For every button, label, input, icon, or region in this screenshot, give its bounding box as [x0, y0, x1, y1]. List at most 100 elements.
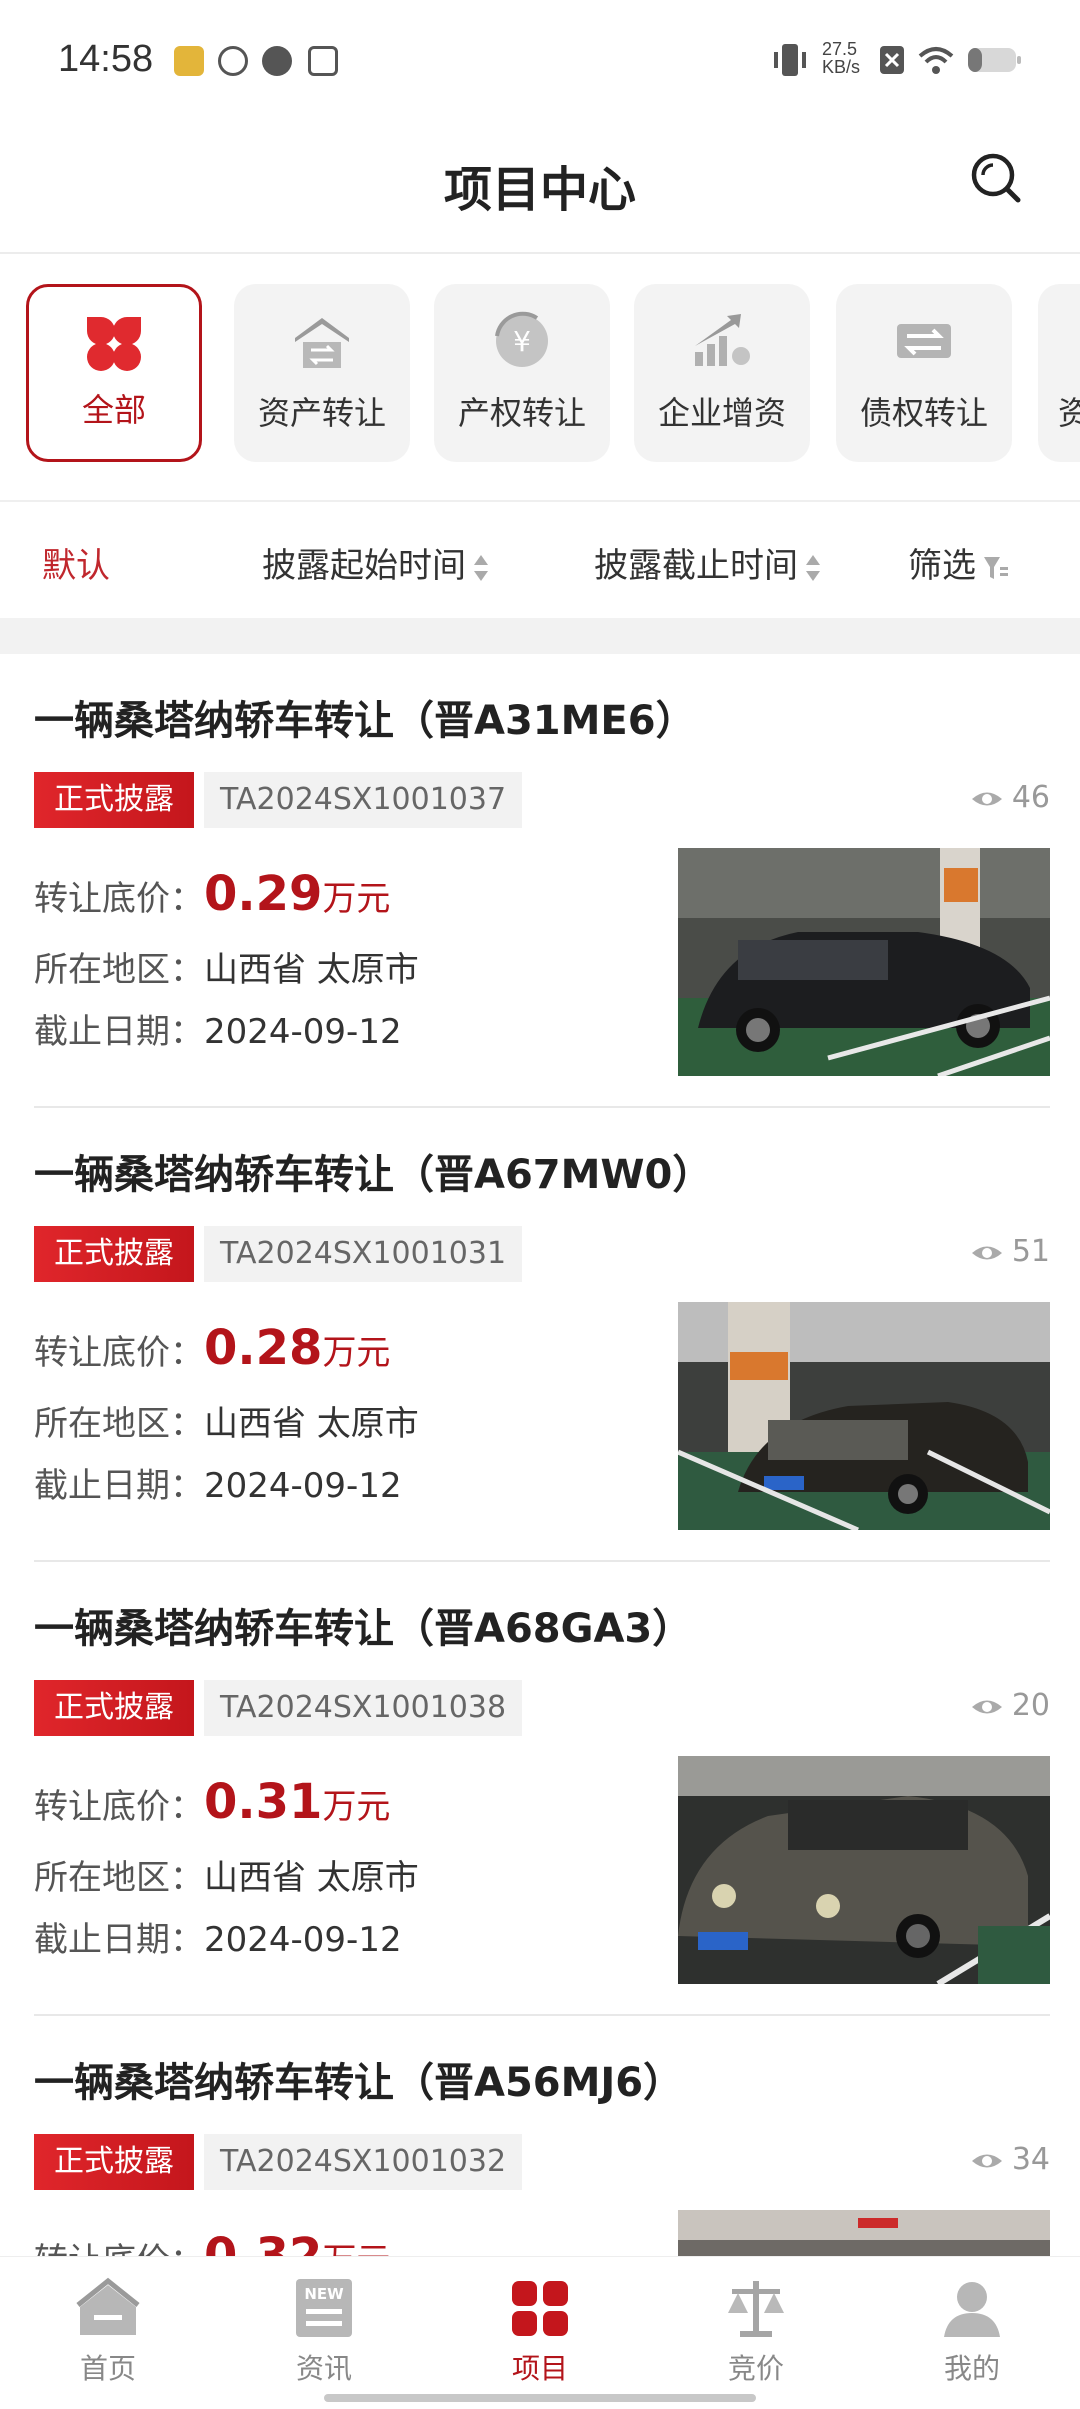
deadline-value: 2024-09-12 — [204, 1920, 402, 1960]
project-card[interactable]: 一辆桑塔纳轿车转让（晋A56MJ6） 正式披露 TA2024SX1001032 … — [34, 2016, 1050, 2256]
sort-end-time[interactable]: 披露截止时间 — [594, 538, 822, 587]
sort-default[interactable]: 默认 — [42, 538, 110, 587]
project-card[interactable]: 一辆桑塔纳轿车转让（晋A31ME6） 正式披露 TA2024SX1001037 … — [34, 654, 1050, 1108]
home-icon — [76, 2277, 140, 2335]
status-badge: 正式披露 — [34, 2134, 194, 2190]
leaf-notification-icon — [218, 46, 248, 76]
project-card[interactable]: 一辆桑塔纳轿车转让（晋A68GA3） 正式披露 TA2024SX1001038 … — [34, 1562, 1050, 2016]
sort-arrows-icon — [474, 554, 488, 581]
header: 项目中心 — [0, 120, 1080, 254]
car-photo — [678, 1302, 1050, 1530]
region-value: 山西省 太原市 — [204, 950, 419, 990]
house-transfer-icon — [295, 318, 349, 368]
eye-icon — [971, 792, 1002, 805]
price-unit: 万元 — [322, 1787, 391, 1827]
price-label: 转让底价： — [34, 1333, 204, 1373]
project-code: TA2024SX1001032 — [204, 2134, 523, 2190]
status-badge: 正式披露 — [34, 1680, 194, 1736]
category-more[interactable]: 资 — [1038, 284, 1080, 462]
category-label: 资产转让 — [257, 394, 386, 432]
deadline-row: 截止日期：2024-09-12 — [34, 1004, 402, 1053]
filter-icon — [984, 556, 1008, 579]
search-icon[interactable] — [968, 150, 1024, 206]
exchange-ticket-icon — [897, 324, 951, 358]
eye-icon — [971, 1700, 1002, 1713]
clover-icon — [87, 317, 141, 371]
car-photo — [678, 848, 1050, 1076]
tab-news[interactable]: NEW 资讯 — [254, 2277, 394, 2387]
tab-label: 资讯 — [295, 2352, 352, 2385]
deadline-label: 截止日期： — [34, 1920, 204, 1960]
cat-notification-icon — [262, 46, 292, 76]
car-photo — [678, 1756, 1050, 1984]
project-card[interactable]: 一辆桑塔纳轿车转让（晋A67MW0） 正式披露 TA2024SX1001031 … — [34, 1108, 1050, 1562]
view-count-value: 46 — [1011, 780, 1050, 815]
project-title: 一辆桑塔纳轿车转让（晋A67MW0） — [34, 1152, 713, 1198]
price-unit: 万元 — [322, 879, 391, 919]
region-value: 山西省 太原市 — [204, 1404, 419, 1444]
region-row: 所在地区：山西省 太原市 — [34, 942, 419, 991]
region-label: 所在地区： — [34, 1858, 204, 1898]
tab-home[interactable]: 首页 — [38, 2277, 178, 2387]
deadline-row: 截止日期：2024-09-12 — [34, 1458, 402, 1507]
box-notification-icon — [308, 46, 338, 76]
region-row: 所在地区：山西省 太原市 — [34, 1850, 419, 1899]
status-badge: 正式披露 — [34, 772, 194, 828]
tab-mine[interactable]: 我的 — [902, 2277, 1042, 2387]
filter-button[interactable]: 筛选 — [908, 538, 1008, 587]
eye-icon — [971, 2154, 1002, 2167]
price-label: 转让底价： — [34, 2241, 204, 2256]
view-count: 34 — [970, 2142, 1050, 2177]
view-count: 51 — [970, 1234, 1050, 1269]
view-count: 46 — [970, 780, 1050, 815]
project-title: 一辆桑塔纳轿车转让（晋A31ME6） — [34, 698, 696, 744]
section-divider — [0, 618, 1080, 654]
tab-label: 首页 — [79, 2352, 136, 2385]
category-tabs: 全部 资产转让 ¥ 产权转让 企业增资 债权转让 资 — [0, 254, 1080, 502]
deadline-row: 截止日期：2024-09-12 — [34, 1912, 402, 1961]
deadline-value: 2024-09-12 — [204, 1466, 402, 1506]
page-title: 项目中心 — [443, 162, 636, 218]
deadline-label: 截止日期： — [34, 1466, 204, 1506]
eye-icon — [971, 1246, 1002, 1259]
news-new-badge: NEW — [304, 2285, 344, 2303]
deadline-value: 2024-09-12 — [204, 1012, 402, 1052]
price-row: 转让底价：0.28万元 — [34, 1320, 390, 1376]
project-code: TA2024SX1001037 — [204, 772, 523, 828]
category-asset-transfer[interactable]: 资产转让 — [234, 284, 410, 462]
battery-icon — [968, 48, 1021, 72]
category-capital-increase[interactable]: 企业增资 — [634, 284, 810, 462]
category-label: 资 — [1038, 388, 1080, 434]
price-value: 0.28 — [204, 1320, 323, 1376]
tab-label: 项目 — [511, 2352, 568, 2385]
price-label: 转让底价： — [34, 1787, 204, 1827]
tab-projects[interactable]: 项目 — [470, 2277, 610, 2387]
category-label: 债权转让 — [859, 394, 988, 432]
region-label: 所在地区： — [34, 950, 204, 990]
price-unit: 万元 — [322, 2241, 390, 2256]
home-indicator[interactable] — [324, 2394, 756, 2402]
region-label: 所在地区： — [34, 1404, 204, 1444]
app-notification-icon — [174, 46, 204, 76]
status-bar: 14:58 27.5 KB/s — [0, 0, 1080, 120]
category-all[interactable]: 全部 — [26, 284, 202, 462]
view-count-value: 34 — [1011, 2142, 1050, 2177]
bottom-tab-bar: 首页 NEW 资讯 项目 竞价 我的 — [0, 2256, 1080, 2409]
project-title: 一辆桑塔纳轿车转让（晋A68GA3） — [34, 1606, 693, 1652]
project-list: 一辆桑塔纳轿车转让（晋A31ME6） 正式披露 TA2024SX1001037 … — [0, 654, 1080, 2256]
category-debt-transfer[interactable]: 债权转让 — [836, 284, 1012, 462]
deadline-label: 截止日期： — [34, 1012, 204, 1052]
tab-label: 竞价 — [727, 2352, 784, 2385]
category-equity-transfer[interactable]: ¥ 产权转让 — [434, 284, 610, 462]
status-badge: 正式披露 — [34, 1226, 194, 1282]
tab-bidding[interactable]: 竞价 — [686, 2277, 826, 2387]
project-title: 一辆桑塔纳轿车转让（晋A56MJ6） — [34, 2060, 684, 2106]
view-count-value: 20 — [1011, 1688, 1050, 1723]
price-row: 转让底价：0.29万元 — [34, 866, 390, 922]
blocked-sim-icon — [880, 46, 904, 74]
category-label: 企业增资 — [657, 394, 786, 432]
news-icon: NEW — [296, 2279, 352, 2337]
scales-icon — [728, 2281, 784, 2337]
wifi-icon — [918, 47, 954, 74]
sort-start-time[interactable]: 披露起始时间 — [262, 538, 490, 587]
